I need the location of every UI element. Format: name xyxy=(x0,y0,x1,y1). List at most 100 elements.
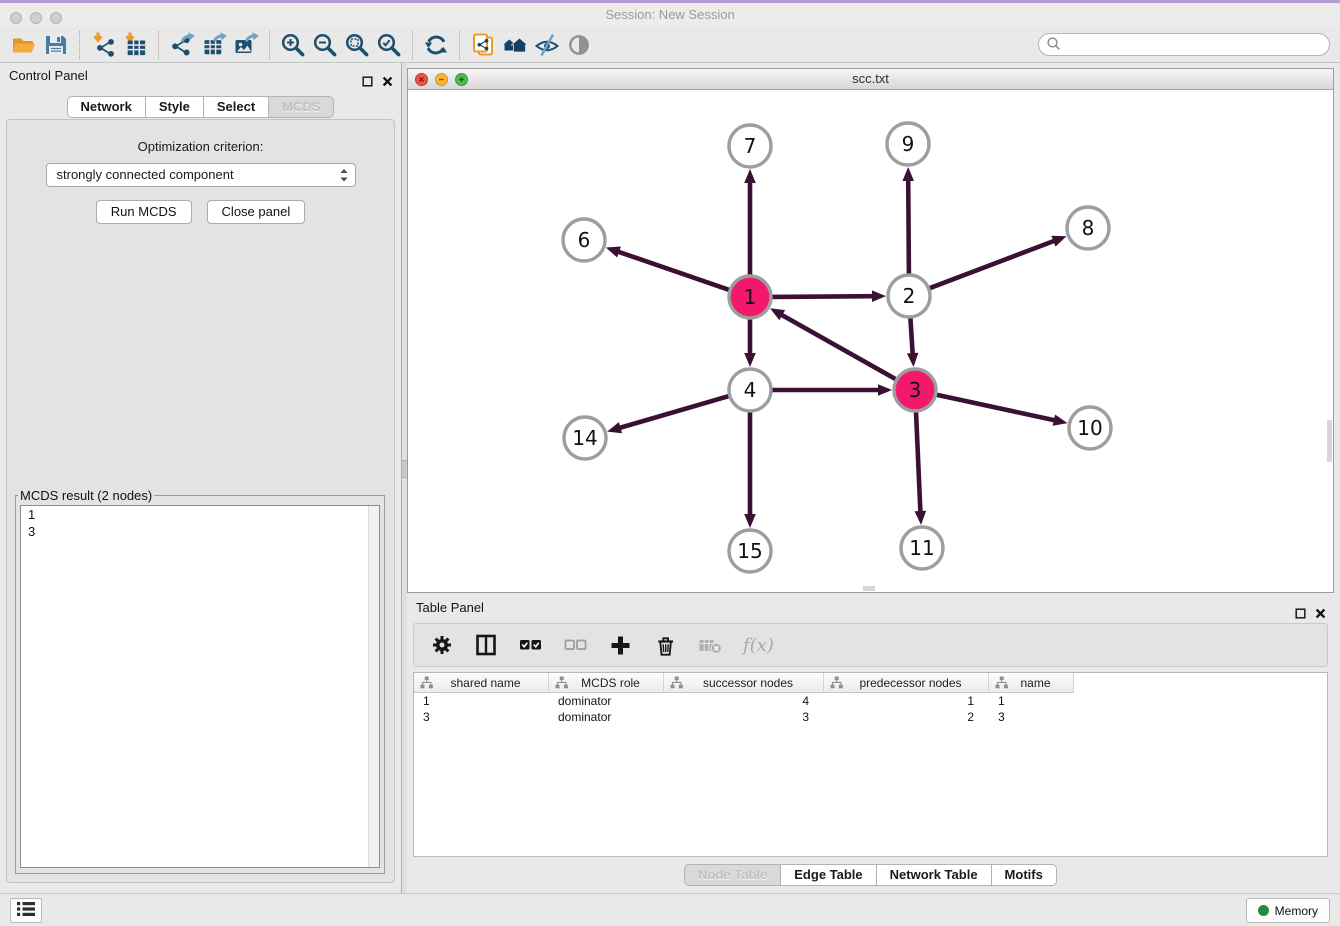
import-network-button[interactable] xyxy=(87,30,119,60)
control-panel: Control Panel NetworkStyleSelectMCDS Opt… xyxy=(0,63,401,893)
table-cell: 2 xyxy=(824,709,989,725)
column-label: successor nodes xyxy=(683,676,823,690)
hide-graphics-eye-button[interactable] xyxy=(531,30,563,60)
close-view-icon[interactable] xyxy=(415,73,428,86)
deselect-all-button[interactable] xyxy=(563,633,588,657)
criterion-dropdown[interactable]: strongly connected component xyxy=(46,163,356,187)
close-panel-button[interactable]: Close panel xyxy=(207,200,306,224)
network-window-titlebar[interactable]: scc.txt xyxy=(408,69,1333,90)
edge-arrowhead xyxy=(878,384,892,396)
export-table-button[interactable] xyxy=(198,30,230,60)
tab-select[interactable]: Select xyxy=(204,96,269,118)
zoom-in-button[interactable] xyxy=(277,30,309,60)
memory-button[interactable]: Memory xyxy=(1246,898,1330,923)
function-builder-button: f(x) xyxy=(743,635,774,656)
tab-network[interactable]: Network xyxy=(67,96,146,118)
float-panel-icon[interactable] xyxy=(362,70,373,96)
close-panel-icon[interactable] xyxy=(382,70,393,96)
table-tabs-bar: Node TableEdge TableNetwork TableMotifs xyxy=(407,857,1334,891)
show-graphics-eye-button[interactable] xyxy=(563,30,595,60)
show-column-button[interactable] xyxy=(474,633,498,657)
add-row-button[interactable] xyxy=(608,633,633,658)
zoom-selected-button[interactable] xyxy=(373,30,405,60)
search-box[interactable] xyxy=(1038,33,1330,56)
node-label-11: 11 xyxy=(909,536,934,560)
search-icon xyxy=(1046,36,1061,54)
task-history-button[interactable] xyxy=(10,898,42,923)
edge-3-1[interactable] xyxy=(780,314,896,380)
table-header-row: shared nameMCDS role successor nodesprede… xyxy=(414,673,1327,693)
mcds-result-item[interactable]: 1 xyxy=(21,506,379,523)
tab-node-table[interactable]: Node Table xyxy=(684,864,781,886)
table-cell: 1 xyxy=(414,693,549,709)
edge-arrowhead xyxy=(744,169,756,183)
search-input[interactable] xyxy=(1061,36,1329,54)
titlebar: Session: New Session xyxy=(0,3,1340,27)
table-row[interactable]: 1dominator411 xyxy=(414,693,1327,709)
edge-2-9[interactable] xyxy=(908,178,909,274)
zoom-fit-button[interactable] xyxy=(341,30,373,60)
tab-mcds[interactable]: MCDS xyxy=(269,96,334,118)
delete-row-button[interactable] xyxy=(653,633,678,658)
edge-1-6[interactable] xyxy=(616,251,729,290)
tree-column-icon xyxy=(420,676,433,689)
table-settings-gear-button[interactable] xyxy=(430,633,454,657)
column-header-shared-name[interactable]: shared name xyxy=(414,673,549,693)
edge-3-10[interactable] xyxy=(937,395,1057,421)
save-session-icon xyxy=(43,32,69,58)
zoom-view-icon[interactable] xyxy=(455,73,468,86)
application-window: Session: New Session Control Panel Netwo… xyxy=(0,0,1340,926)
edge-3-11[interactable] xyxy=(916,412,921,514)
close-window-icon[interactable] xyxy=(10,12,22,24)
overview-houses-button[interactable] xyxy=(499,30,531,60)
zoom-out-button[interactable] xyxy=(309,30,341,60)
zoom-in-icon xyxy=(280,32,306,58)
task-list-icon xyxy=(13,897,39,924)
edge-arrowhead xyxy=(1053,415,1068,426)
column-header-name[interactable]: name xyxy=(989,673,1074,693)
minimize-window-icon[interactable] xyxy=(30,12,42,24)
memory-status-icon xyxy=(1258,905,1269,916)
show-graphics-eye-icon xyxy=(566,32,592,58)
tab-motifs[interactable]: Motifs xyxy=(992,864,1057,886)
import-table-button[interactable] xyxy=(119,30,151,60)
node-label-2: 2 xyxy=(903,284,916,308)
memory-label: Memory xyxy=(1275,904,1318,918)
zoom-selected-icon xyxy=(376,32,402,58)
network-canvas[interactable]: 1234678910111415 xyxy=(408,90,1333,592)
result-scrollbar[interactable] xyxy=(368,506,379,867)
tab-edge-table[interactable]: Edge Table xyxy=(781,864,876,886)
run-mcds-button[interactable]: Run MCDS xyxy=(96,200,192,224)
column-header-successor-nodes[interactable]: successor nodes xyxy=(664,673,824,693)
open-session-button[interactable] xyxy=(8,30,40,60)
column-header-predecessor-nodes[interactable]: predecessor nodes xyxy=(824,673,989,693)
save-session-button[interactable] xyxy=(40,30,72,60)
edge-2-3[interactable] xyxy=(910,318,912,356)
clone-network-button[interactable] xyxy=(467,30,499,60)
refresh-layout-button[interactable] xyxy=(420,30,452,60)
tab-network-table[interactable]: Network Table xyxy=(877,864,992,886)
dropdown-chevrons-icon xyxy=(339,168,349,190)
mcds-result-item[interactable]: 3 xyxy=(21,523,379,540)
mcds-result-list[interactable]: 13 xyxy=(20,505,380,868)
column-header-MCDS-role[interactable]: MCDS role xyxy=(549,673,664,693)
table-cell: 1 xyxy=(824,693,989,709)
edge-4-14[interactable] xyxy=(618,396,729,428)
delete-row-icon xyxy=(653,633,678,658)
column-label: name xyxy=(1008,676,1073,690)
horizontal-scrollbar-thumb[interactable] xyxy=(863,586,875,591)
vertical-scrollbar-thumb[interactable] xyxy=(1327,420,1332,462)
edge-1-2[interactable] xyxy=(772,296,875,297)
edge-arrowhead xyxy=(607,422,622,433)
tree-column-icon xyxy=(670,676,683,689)
node-label-1: 1 xyxy=(744,285,757,309)
edge-2-8[interactable] xyxy=(930,240,1057,288)
export-image-button[interactable] xyxy=(230,30,262,60)
select-all-button[interactable] xyxy=(518,633,543,657)
export-network-button[interactable] xyxy=(166,30,198,60)
zoom-window-icon[interactable] xyxy=(50,12,62,24)
tab-style[interactable]: Style xyxy=(146,96,204,118)
node-label-14: 14 xyxy=(572,426,597,450)
minimize-view-icon[interactable] xyxy=(435,73,448,86)
table-row[interactable]: 3dominator323 xyxy=(414,709,1327,725)
